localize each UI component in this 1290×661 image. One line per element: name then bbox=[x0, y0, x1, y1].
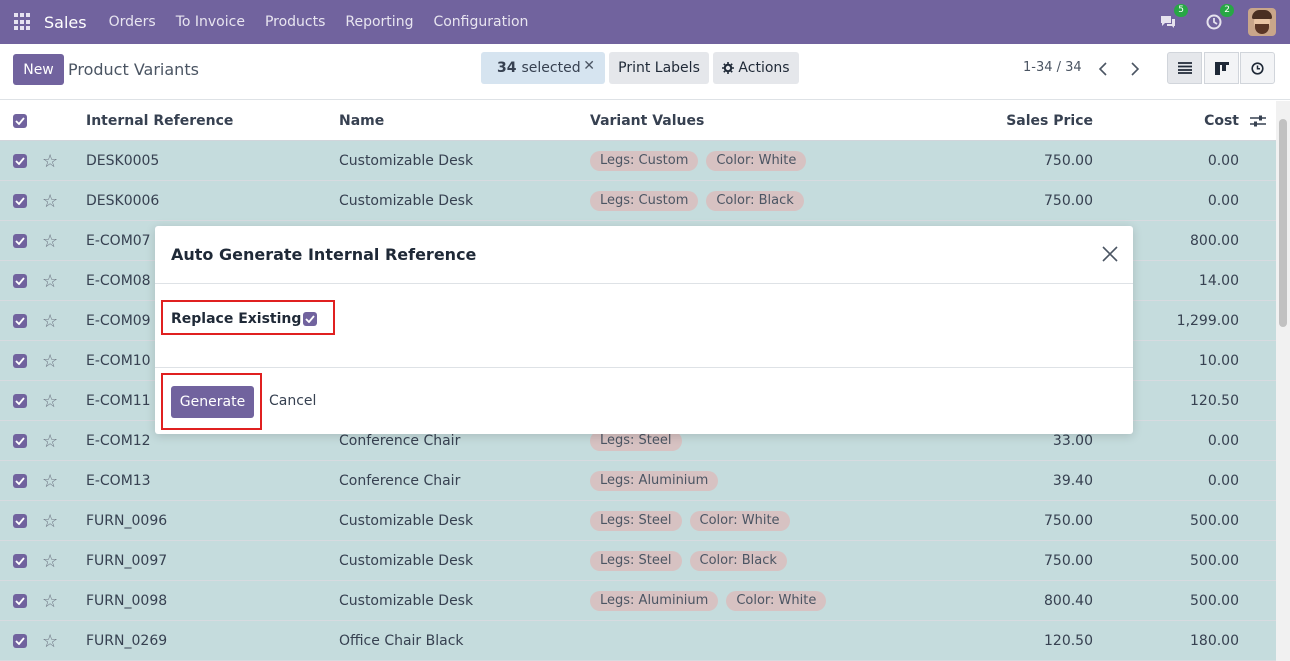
dialog-footer: Generate Cancel bbox=[155, 369, 1133, 434]
close-icon[interactable] bbox=[1101, 245, 1119, 263]
auto-generate-dialog: Auto Generate Internal Reference Replace… bbox=[155, 226, 1133, 434]
dialog-title: Auto Generate Internal Reference bbox=[171, 245, 477, 264]
dialog-body: Replace Existing ? bbox=[155, 284, 1133, 368]
cancel-button[interactable]: Cancel bbox=[269, 393, 316, 409]
generate-button[interactable]: Generate bbox=[171, 386, 254, 418]
dialog-header: Auto Generate Internal Reference bbox=[155, 226, 1133, 284]
generate-highlight: Generate bbox=[161, 373, 262, 430]
replace-existing-highlight: Replace Existing ? bbox=[161, 300, 335, 335]
replace-existing-label: Replace Existing ? bbox=[171, 311, 315, 327]
replace-existing-checkbox[interactable] bbox=[303, 312, 317, 326]
